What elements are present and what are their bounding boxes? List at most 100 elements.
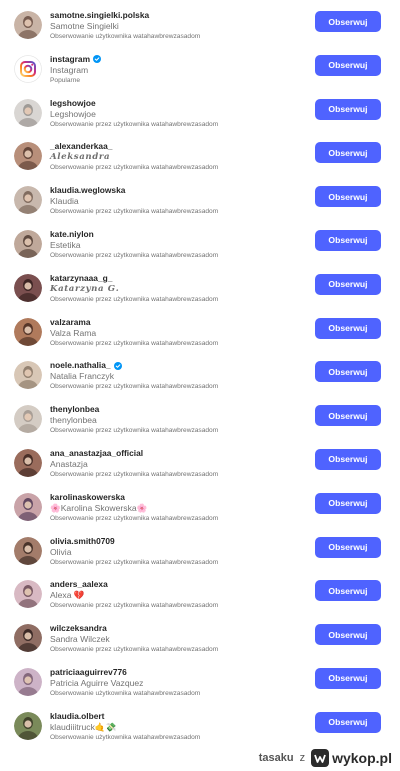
account-row: thenylonbea thenylonbea Obserwowanie przez…	[0, 399, 400, 443]
avatar[interactable]	[14, 492, 42, 521]
avatar[interactable]	[14, 405, 42, 434]
follow-context: Obserwowanie przez użytkownika watahawbr…	[50, 339, 219, 347]
follow-button[interactable]: Obserwuj	[315, 186, 381, 208]
full-name: Valza Rama	[50, 327, 97, 338]
account-info: ana_anastazjaa_official Anastazja Obserwow…	[50, 448, 300, 479]
username-line: instagram	[50, 54, 300, 65]
full-name: Patricia Aguirre Vazquez	[50, 677, 144, 688]
username[interactable]: _alexanderkaa_	[50, 141, 112, 152]
avatar[interactable]	[14, 98, 42, 127]
username[interactable]: thenylonbea	[50, 404, 99, 415]
avatar[interactable]	[14, 580, 42, 609]
username[interactable]: instagram	[50, 54, 90, 65]
account-row: ana_anastazjaa_official Anastazja Obserwow…	[0, 443, 400, 487]
avatar[interactable]	[14, 142, 42, 171]
username-line: valzarama	[50, 317, 300, 328]
account-info: kate.niylon Estetika Obserwowanie przez uż…	[50, 229, 300, 260]
watermark-author: tasaku	[258, 752, 294, 764]
username[interactable]: anders_aalexa	[50, 579, 108, 590]
follow-context: Obserwowanie przez użytkownika watahawbr…	[50, 427, 219, 435]
full-name: Klaudia	[50, 196, 79, 207]
username[interactable]: samotne.singielki.polska	[50, 10, 149, 21]
follow-button[interactable]: Obserwuj	[315, 492, 381, 514]
follow-button[interactable]: Obserwuj	[315, 273, 381, 295]
follow-context: Obserwowanie użytkownika watahawbrewzasa…	[50, 689, 201, 697]
follow-context: Obserwowanie przez użytkownika watahawbr…	[50, 208, 219, 216]
follow-button[interactable]: Obserwuj	[315, 667, 381, 689]
username[interactable]: legshowjoe	[50, 98, 96, 109]
watermark-preposition: z	[299, 752, 306, 764]
username[interactable]: olivia.smith0709	[50, 536, 115, 547]
account-row: klaudia.weglowska Klaudia Obserwowanie prz…	[0, 180, 400, 224]
avatar[interactable]	[14, 317, 42, 346]
full-name: Legshowjoe	[50, 108, 96, 119]
verified-badge-icon	[93, 55, 102, 64]
avatar[interactable]	[14, 273, 42, 302]
verified-badge-icon	[113, 361, 122, 370]
username[interactable]: klaudia.olbert	[50, 711, 104, 722]
follow-button[interactable]: Obserwuj	[315, 98, 381, 120]
account-info: legshowjoe Legshowjoe Obserwowanie przez u…	[50, 98, 300, 129]
account-row: patriciaaguirrev776 Patricia Aguirre Vazq…	[0, 662, 400, 706]
wykop-logo-icon	[311, 749, 330, 767]
username[interactable]: ana_anastazjaa_official	[50, 448, 143, 459]
username[interactable]: valzarama	[50, 317, 91, 328]
follow-button[interactable]: Obserwuj	[315, 11, 381, 32]
avatar[interactable]	[14, 667, 42, 696]
account-info: instagram Instagram Popularne	[50, 54, 300, 85]
account-info: wilczeksandra Sandra Wilczek Obserwowanie …	[50, 623, 300, 654]
follow-button[interactable]: Obserwuj	[315, 229, 381, 251]
watermark: tasaku z wykop.pl	[259, 748, 392, 768]
follow-button[interactable]: Obserwuj	[315, 405, 381, 427]
full-name: 🌸Karolina Skowerska🌸	[50, 502, 148, 513]
avatar[interactable]	[14, 229, 42, 258]
avatar[interactable]	[14, 624, 42, 653]
instagram-logo-icon[interactable]	[14, 54, 42, 83]
avatar[interactable]	[14, 11, 42, 39]
follow-context: Obserwowanie użytkownika watahawbrewzasa…	[50, 33, 201, 40]
username[interactable]: karolinaskowerska	[50, 492, 125, 503]
follow-button[interactable]: Obserwuj	[315, 361, 381, 383]
wykop-logo-text: wykop.pl	[332, 750, 392, 766]
account-row: olivia.smith0709 Olivia Obserwowanie przez…	[0, 531, 400, 575]
follow-button[interactable]: Obserwuj	[315, 317, 381, 339]
follow-context: Obserwowanie przez użytkownika watahawbr…	[50, 646, 219, 654]
username[interactable]: wilczeksandra	[50, 623, 107, 634]
full-name: 𝑲𝒂𝒕𝒂𝒓𝒛𝒚𝒏𝒂 𝑮.	[50, 283, 120, 294]
full-name: thenylonbea	[50, 415, 97, 426]
follow-button[interactable]: Obserwuj	[315, 536, 381, 558]
follow-button[interactable]: Obserwuj	[315, 580, 381, 602]
username[interactable]: klaudia.weglowska	[50, 185, 125, 196]
account-info: klaudia.weglowska Klaudia Obserwowanie prz…	[50, 185, 300, 216]
follow-button[interactable]: Obserwuj	[315, 448, 381, 470]
account-info: katarzynaaa_g_ 𝑲𝒂𝒕𝒂𝒓𝒛𝒚𝒏𝒂 𝑮. Obserwowanie p…	[50, 273, 300, 304]
username[interactable]: katarzynaaa_g_	[50, 273, 112, 284]
follow-context: Obserwowanie przez użytkownika watahawbr…	[50, 470, 219, 478]
account-info: karolinaskowerska 🌸Karolina Skowerska🌸 Obs…	[50, 492, 300, 523]
username-line: legshowjoe	[50, 98, 300, 109]
account-info: _alexanderkaa_ 𝑨𝒍𝒆𝒌𝒔𝒂𝒏𝒅𝒓𝒂 Obserwowanie prz…	[50, 141, 300, 172]
full-name: Natalia Franczyk	[50, 371, 114, 382]
account-row: wilczeksandra Sandra Wilczek Obserwowanie …	[0, 618, 400, 662]
avatar[interactable]	[14, 361, 42, 390]
avatar[interactable]	[14, 536, 42, 565]
account-info: anders_aalexa Alexa 💔 Obserwowanie przez u…	[50, 579, 300, 610]
full-name: Sandra Wilczek	[50, 634, 110, 645]
avatar[interactable]	[14, 186, 42, 215]
account-info: thenylonbea thenylonbea Obserwowanie przez…	[50, 404, 300, 435]
full-name: Alexa 💔	[50, 590, 85, 601]
follow-button[interactable]: Obserwuj	[315, 142, 381, 164]
username[interactable]: noele.nathalia_	[50, 360, 111, 371]
avatar[interactable]	[14, 711, 42, 740]
username-line: olivia.smith0709	[50, 536, 300, 547]
avatar[interactable]	[14, 448, 42, 477]
account-info: patriciaaguirrev776 Patricia Aguirre Vazq…	[50, 667, 300, 698]
follow-button[interactable]: Obserwuj	[315, 624, 381, 646]
username[interactable]: kate.niylon	[50, 229, 94, 240]
follow-button[interactable]: Obserwuj	[315, 54, 381, 76]
username[interactable]: patriciaaguirrev776	[50, 667, 127, 678]
wykop-logo: wykop.pl	[311, 749, 392, 767]
follow-button[interactable]: Obserwuj	[315, 711, 381, 733]
follow-context: Popularne	[50, 76, 81, 84]
account-row: katarzynaaa_g_ 𝑲𝒂𝒕𝒂𝒓𝒛𝒚𝒏𝒂 𝑮. Obserwowanie p…	[0, 268, 400, 312]
